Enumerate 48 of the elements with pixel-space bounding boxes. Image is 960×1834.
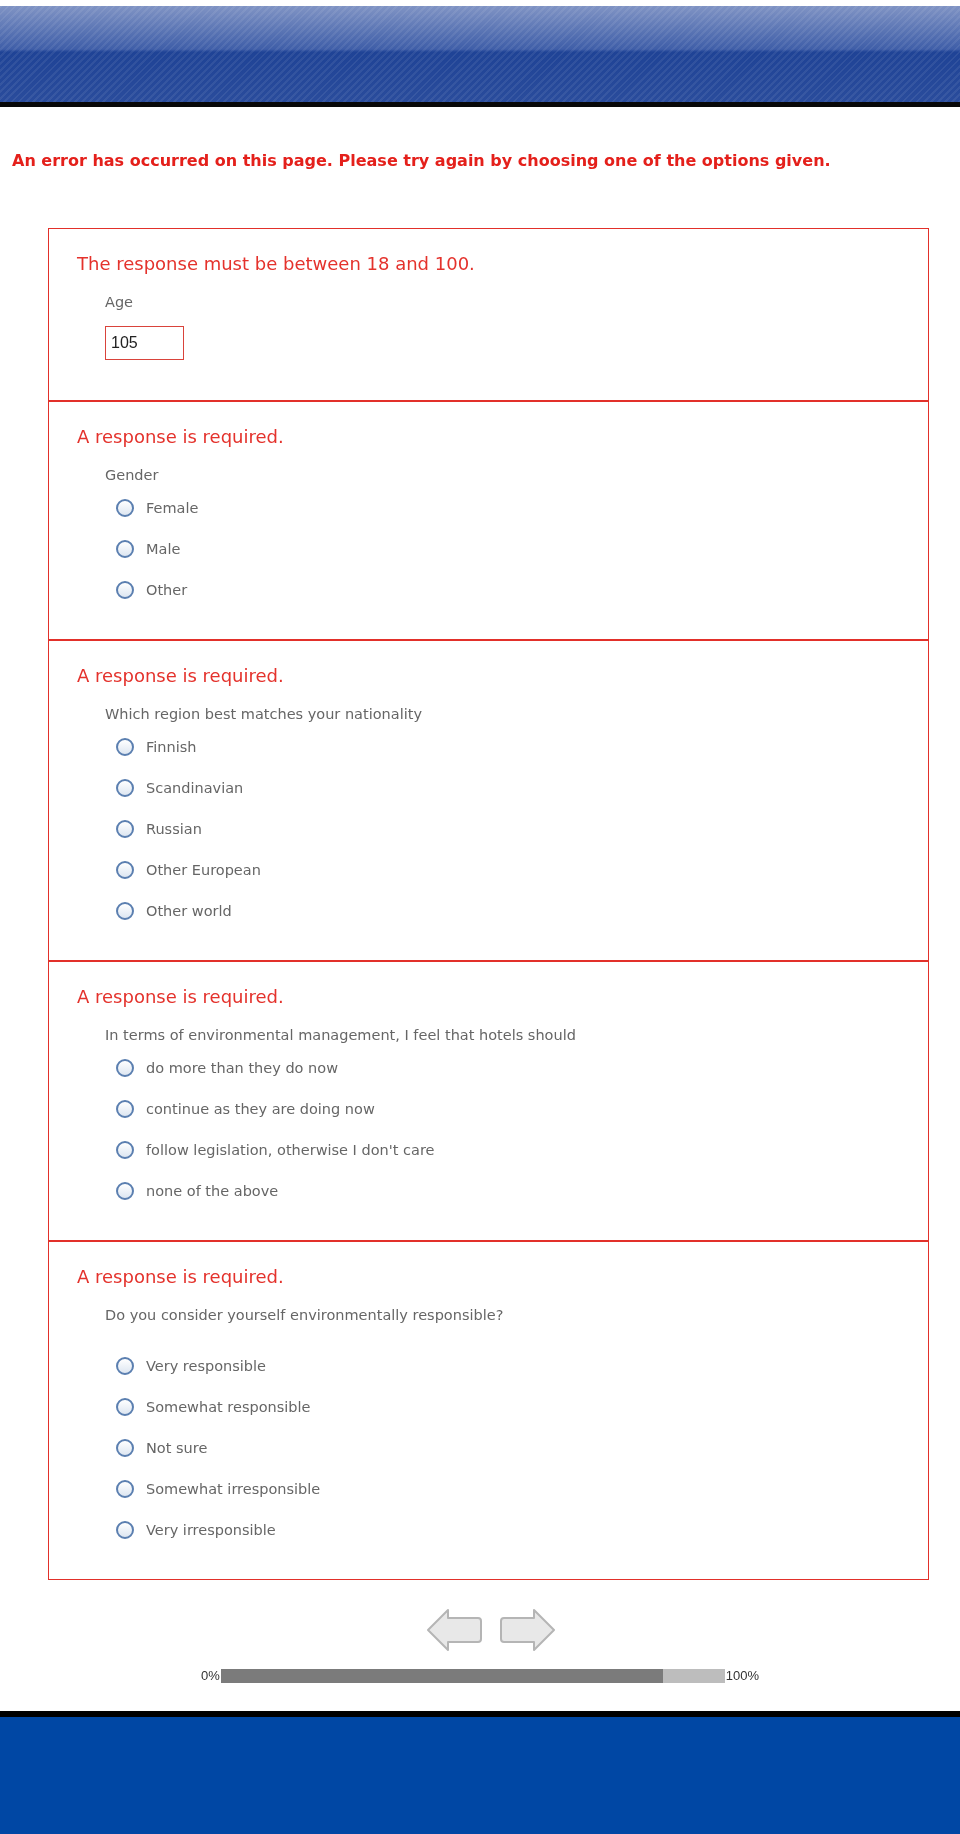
radio-button[interactable]	[116, 1100, 134, 1118]
option-label[interactable]: Scandinavian	[146, 780, 244, 796]
validation-error: A response is required.	[77, 986, 285, 1007]
radio-button[interactable]	[116, 861, 134, 879]
validation-error: A response is required.	[77, 426, 285, 447]
radio-button[interactable]	[116, 820, 134, 838]
option-label[interactable]: Other	[146, 582, 188, 598]
option-label[interactable]: continue as they are doing now	[146, 1101, 375, 1117]
question-label: In terms of environmental management, I feel that hotels should	[105, 1027, 577, 1043]
radio-button[interactable]	[116, 1521, 134, 1539]
progress-start-label: 0%	[200, 1668, 220, 1683]
progress-end-label: 100%	[725, 1668, 759, 1683]
option-label[interactable]: do more than they do now	[146, 1060, 338, 1076]
option-label[interactable]: Very responsible	[146, 1358, 266, 1374]
option-label[interactable]: Somewhat irresponsible	[146, 1481, 321, 1497]
option-label[interactable]: Finnish	[146, 739, 197, 755]
validation-error: A response is required.	[77, 665, 285, 686]
radio-button[interactable]	[116, 1059, 134, 1077]
option-label[interactable]: Not sure	[146, 1440, 208, 1456]
radio-button[interactable]	[116, 1398, 134, 1416]
radio-button[interactable]	[116, 738, 134, 756]
question-label: Age	[105, 294, 135, 310]
validation-error: The response must be between 18 and 100.	[77, 253, 476, 274]
question-label: Gender	[105, 467, 160, 483]
option-label[interactable]: Russian	[146, 821, 202, 837]
radio-button[interactable]	[116, 499, 134, 517]
validation-error: A response is required.	[77, 1266, 285, 1287]
radio-button[interactable]	[116, 1141, 134, 1159]
radio-button[interactable]	[116, 1182, 134, 1200]
input-field[interactable]: 105	[105, 326, 184, 360]
option-label[interactable]: none of the above	[146, 1183, 279, 1199]
error-message: An error has occurred on this page. Please try again by choosing one of the options given.	[11, 151, 832, 170]
option-label[interactable]: Other European	[146, 862, 261, 878]
radio-button[interactable]	[116, 1357, 134, 1375]
radio-button[interactable]	[116, 581, 134, 599]
question-label: Do you consider yourself environmentally responsible?	[105, 1307, 505, 1323]
option-label[interactable]: Somewhat responsible	[146, 1399, 311, 1415]
radio-button[interactable]	[116, 779, 134, 797]
radio-button[interactable]	[116, 540, 134, 558]
radio-button[interactable]	[116, 1439, 134, 1457]
option-label[interactable]: Very irresponsible	[146, 1522, 276, 1538]
option-label[interactable]: Male	[146, 541, 181, 557]
option-label[interactable]: Female	[146, 500, 199, 516]
option-label[interactable]: follow legislation, otherwise I don't care	[146, 1142, 435, 1158]
option-label[interactable]: Other world	[146, 903, 232, 919]
radio-button[interactable]	[116, 902, 134, 920]
question-label: Which region best matches your nationality	[105, 706, 423, 722]
radio-button[interactable]	[116, 1480, 134, 1498]
